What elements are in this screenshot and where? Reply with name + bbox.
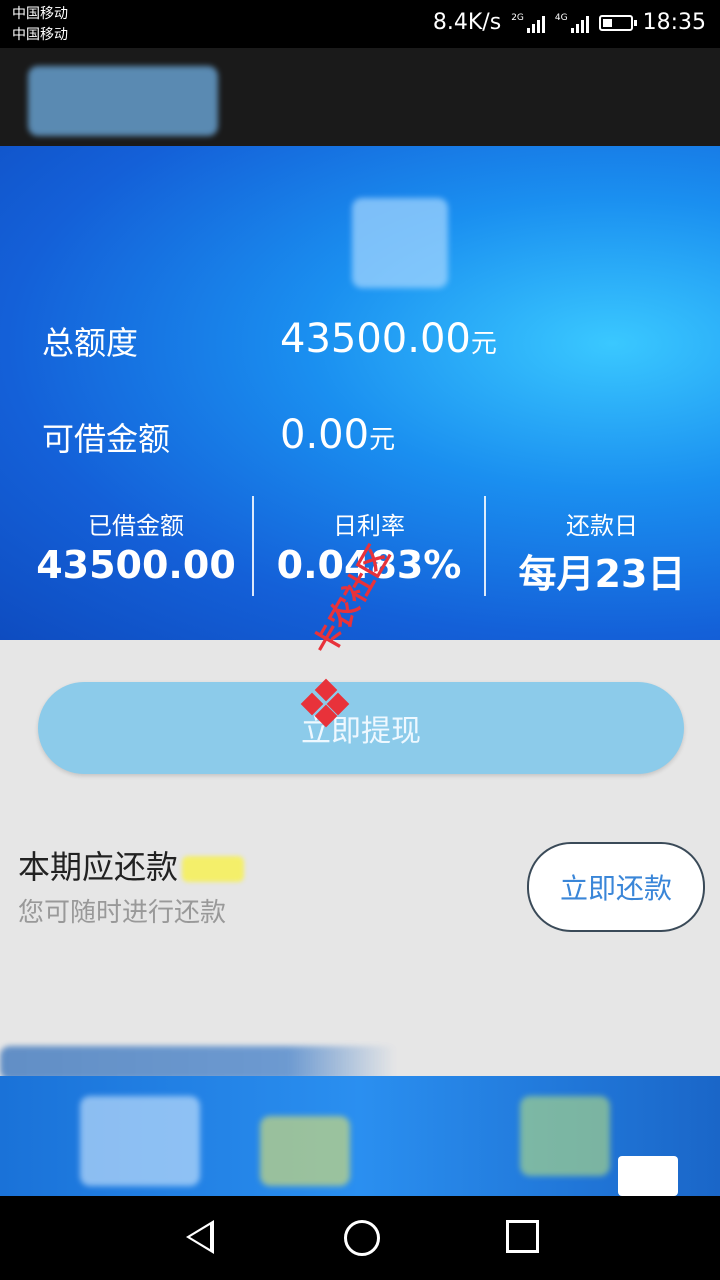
borrowed-amount-stat: 已借金额 43500.00 [16, 506, 256, 587]
redacted-icon [352, 198, 448, 288]
total-limit-label: 总额度 [42, 324, 139, 362]
redacted-banner-art [80, 1096, 200, 1186]
banner-corner-icon [618, 1156, 678, 1196]
carrier-1: 中国移动 [12, 6, 68, 22]
redacted-logo [28, 66, 218, 136]
available-amount-value: 0.00元 [280, 412, 395, 458]
borrowed-amount-label: 已借金额 [88, 512, 184, 540]
daily-rate-label: 日利率 [333, 512, 405, 540]
redacted-amount [182, 856, 245, 882]
watermark-logo-icon [300, 678, 350, 728]
repayment-hint: 您可随时进行还款 [18, 898, 227, 928]
redacted-banner-art [520, 1096, 610, 1176]
repayment-day-value: 每月23日 [518, 552, 686, 596]
sim1-signal-icon: 2G [511, 13, 545, 33]
sim1-network-type: 2G [511, 12, 524, 23]
repayment-day-label: 还款日 [566, 512, 638, 540]
network-speed: 8.4K/s [432, 10, 502, 35]
withdraw-button[interactable]: 立即提现 [38, 682, 684, 774]
total-limit-unit: 元 [470, 329, 497, 359]
app-header [0, 48, 720, 146]
battery-icon [598, 14, 637, 31]
current-repayment-title: 本期应还款 [18, 842, 245, 888]
carrier-2: 中国移动 [12, 27, 68, 43]
home-icon[interactable] [344, 1220, 380, 1256]
recent-apps-icon[interactable] [506, 1220, 539, 1253]
clock: 18:35 [642, 10, 706, 35]
available-amount: 0.00 [280, 412, 370, 458]
back-icon[interactable] [186, 1220, 214, 1254]
total-limit-amount: 43500.00 [280, 316, 471, 362]
redacted-banner-art [260, 1116, 350, 1186]
borrowed-amount-value: 43500.00 [36, 543, 236, 587]
sim2-signal-icon: 4G [555, 13, 589, 33]
redacted-banner-title [0, 1046, 720, 1080]
repayment-day-stat: 还款日 每月23日 [482, 506, 720, 598]
status-bar: 中国移动 中国移动 8.4K/s 2G 4G 18:35 [0, 0, 720, 48]
status-indicators: 8.4K/s 2G 4G 18:35 [433, 10, 706, 35]
system-nav-bar [0, 1196, 720, 1280]
available-amount-unit: 元 [369, 425, 396, 455]
available-amount-label: 可借金额 [42, 420, 171, 458]
promo-banner[interactable] [0, 1076, 720, 1196]
total-limit-value: 43500.00元 [280, 316, 497, 362]
current-repayment-label: 本期应还款 [18, 848, 179, 886]
repay-now-button[interactable]: 立即还款 [527, 842, 705, 932]
sim2-network-type: 4G [554, 12, 568, 23]
